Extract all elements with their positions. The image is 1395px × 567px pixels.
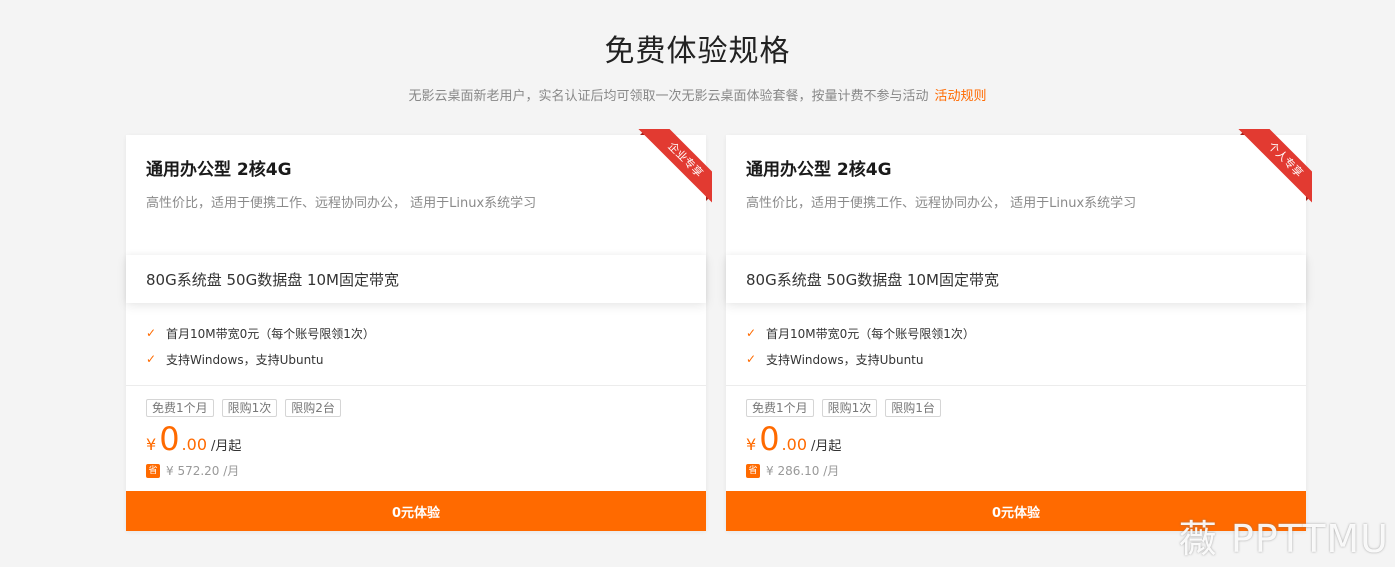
price-currency: ¥ — [146, 435, 157, 454]
plan-title: 通用办公型 2核4G — [146, 160, 292, 180]
original-price: ¥ 286.10 /月 — [766, 464, 840, 478]
page-subtitle: 无影云桌面新老用户，实名认证后均可领取一次无影云桌面体验套餐，按量计费不参与活动… — [0, 85, 1395, 104]
original-price-row: 省 ¥ 286.10 /月 — [746, 462, 839, 479]
ribbon-label: 个人专享 — [1238, 129, 1312, 207]
plan-card-enterprise: 企业专享 通用办公型 2核4G 高性价比，适用于便携工作、远程协同办公， 适用于… — [126, 129, 712, 531]
feature-item: ✓ 首月10M带宽0元（每个账号限领1次） — [746, 320, 975, 346]
feature-item: ✓ 首月10M带宽0元（每个账号限领1次） — [146, 320, 375, 346]
divider — [726, 385, 1306, 386]
tag: 免费1个月 — [146, 399, 214, 417]
price-integer: 0 — [159, 420, 180, 458]
check-icon: ✓ — [746, 326, 757, 340]
spec-band: 80G系统盘 50G数据盘 10M固定带宽 — [126, 255, 706, 303]
price-decimal: .00 — [181, 435, 207, 454]
tag: 限购1次 — [821, 399, 878, 417]
feature-text: 支持Windows，支持Ubuntu — [166, 352, 324, 367]
watermark: 薇 PPTTMU — [1178, 517, 1389, 561]
page-title: 免费体验规格 — [604, 34, 791, 69]
plan-card-personal: 个人专享 通用办公型 2核4G 高性价比，适用于便携工作、远程协同办公， 适用于… — [726, 129, 1312, 531]
tag: 限购2台 — [285, 399, 341, 417]
feature-text: 首月10M带宽0元（每个账号限领1次） — [166, 326, 375, 341]
rules-link[interactable]: 活动规则 — [935, 89, 987, 104]
page: 免费体验规格 无影云桌面新老用户，实名认证后均可领取一次无影云桌面体验套餐，按量… — [0, 0, 1395, 567]
feature-text: 支持Windows，支持Ubuntu — [766, 352, 924, 367]
subtitle-text: 无影云桌面新老用户，实名认证后均可领取一次无影云桌面体验套餐，按量计费不参与活动 — [408, 89, 929, 104]
price: ¥ 0 .00 /月起 — [146, 420, 241, 458]
tag: 限购1台 — [885, 399, 941, 417]
ribbon: 个人专享 — [1230, 129, 1312, 211]
plan-description: 高性价比，适用于便携工作、远程协同办公， 适用于Linux系统学习 — [746, 196, 1137, 211]
try-free-button[interactable]: 0元体验 — [126, 491, 706, 531]
price-integer: 0 — [759, 420, 780, 458]
save-badge-icon: 省 — [746, 463, 760, 478]
ribbon: 企业专享 — [630, 129, 712, 211]
divider — [126, 385, 706, 386]
feature-item: ✓ 支持Windows，支持Ubuntu — [146, 346, 375, 372]
original-price: ¥ 572.20 /月 — [166, 464, 240, 478]
spec-text: 80G系统盘 50G数据盘 10M固定带宽 — [146, 270, 399, 289]
check-icon: ✓ — [146, 352, 157, 366]
spec-text: 80G系统盘 50G数据盘 10M固定带宽 — [746, 270, 999, 289]
price: ¥ 0 .00 /月起 — [746, 420, 841, 458]
price-unit: /月起 — [811, 439, 842, 454]
check-icon: ✓ — [146, 326, 157, 340]
original-price-row: 省 ¥ 572.20 /月 — [146, 462, 239, 479]
price-decimal: .00 — [781, 435, 807, 454]
feature-item: ✓ 支持Windows，支持Ubuntu — [746, 346, 975, 372]
ribbon-label: 企业专享 — [638, 129, 712, 207]
plan-title: 通用办公型 2核4G — [746, 160, 892, 180]
tag: 免费1个月 — [746, 399, 814, 417]
tag-list: 免费1个月 限购1次 限购1台 — [746, 399, 941, 417]
price-unit: /月起 — [211, 439, 242, 454]
spec-band: 80G系统盘 50G数据盘 10M固定带宽 — [726, 255, 1306, 303]
tag: 限购1次 — [221, 399, 278, 417]
feature-list: ✓ 首月10M带宽0元（每个账号限领1次） ✓ 支持Windows，支持Ubuntu — [746, 320, 975, 372]
feature-list: ✓ 首月10M带宽0元（每个账号限领1次） ✓ 支持Windows，支持Ubuntu — [146, 320, 375, 372]
price-currency: ¥ — [746, 435, 757, 454]
feature-text: 首月10M带宽0元（每个账号限领1次） — [766, 326, 975, 341]
check-icon: ✓ — [746, 352, 757, 366]
plan-description: 高性价比，适用于便携工作、远程协同办公， 适用于Linux系统学习 — [146, 196, 537, 211]
save-badge-icon: 省 — [146, 463, 160, 478]
tag-list: 免费1个月 限购1次 限购2台 — [146, 399, 341, 417]
